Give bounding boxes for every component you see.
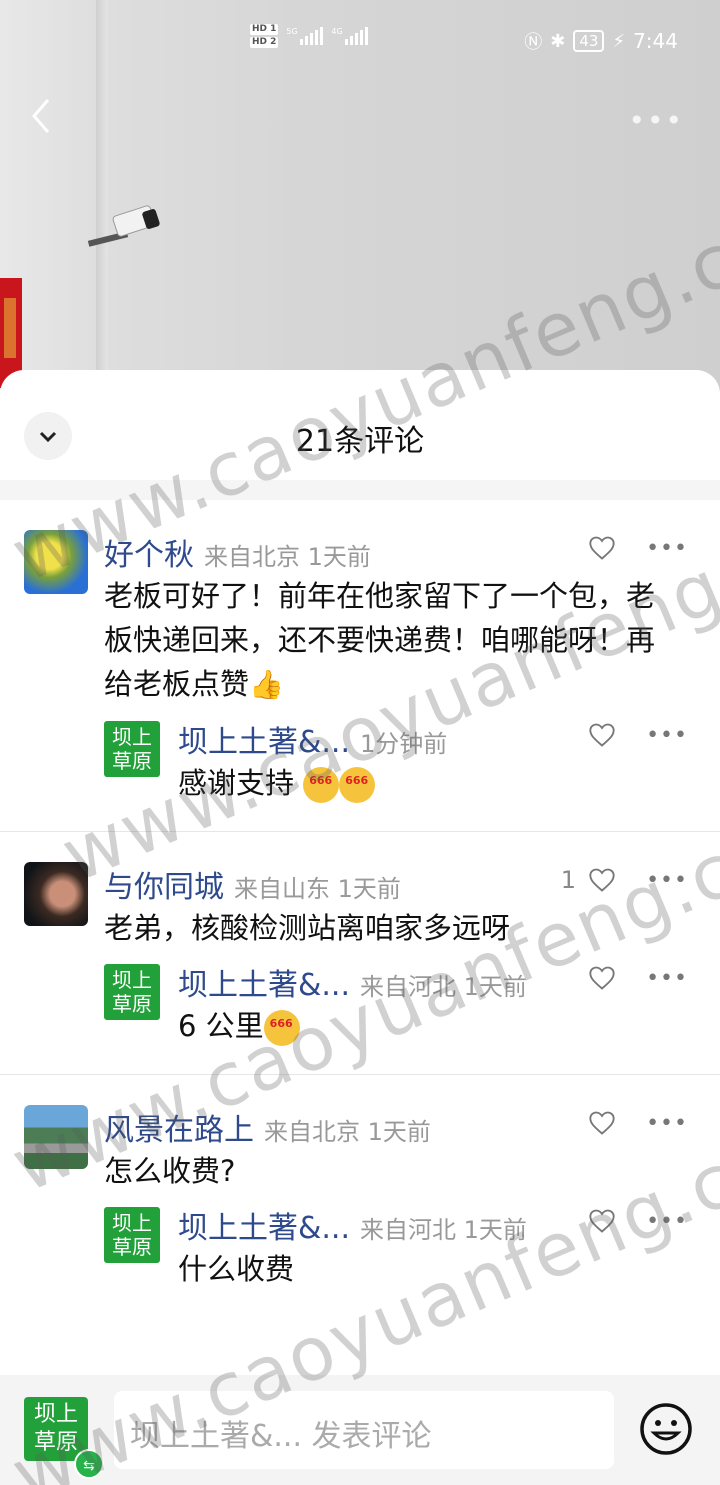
reply-text[interactable]: 什么收费 (178, 1247, 696, 1291)
reply-username[interactable]: 坝上土著&... (178, 1203, 350, 1247)
reply-meta: 来自河北 1天前 (360, 1216, 527, 1244)
comment-text[interactable]: 老板可好了！前年在他家留下了一个包，老板快递回来，还不要快递费！咱哪能呀！再给老… (104, 574, 696, 707)
charging-icon: ⚡ (612, 30, 626, 52)
heart-icon[interactable] (588, 721, 616, 749)
comment-item: ••• 好个秋 来自北京 1天前 老板可好了！前年在他家留下了一个包，老板快递回… (0, 500, 720, 832)
my-avatar[interactable]: 坝上草原 (24, 1397, 88, 1461)
comment-item: 1 ••• 与你同城 来自山东 1天前 老弟，核酸检测站离咱家多远呀 坝上草原 … (0, 832, 720, 1075)
comment-text[interactable]: 怎么收费? (104, 1149, 696, 1193)
666-emoji-icon (339, 759, 376, 803)
hd2-label: HD 2 (250, 37, 279, 48)
more-horizontal-icon[interactable]: ••• (646, 868, 688, 893)
comment-meta: 来自山东 1天前 (234, 875, 401, 903)
more-horizontal-icon[interactable]: ••• (646, 723, 688, 748)
comment-meta: 来自北京 1天前 (264, 1118, 431, 1146)
reply-meta: 1分钟前 (360, 730, 448, 758)
like-count: 1 (560, 866, 577, 894)
666-emoji-icon (303, 759, 340, 803)
signal-icon: 5G (286, 27, 324, 45)
more-horizontal-icon: ••• (628, 104, 684, 137)
avatar[interactable] (24, 530, 88, 594)
avatar[interactable] (24, 1105, 88, 1169)
heart-icon[interactable] (588, 1207, 616, 1235)
reply-avatar-badge[interactable]: 坝上草原 (104, 1207, 160, 1263)
nfc-icon: Ⓝ (524, 32, 543, 53)
heart-icon[interactable] (588, 1109, 616, 1137)
chevron-left-icon (32, 99, 50, 133)
comment-input[interactable]: 坝上土著&... 发表评论 (114, 1391, 614, 1469)
smiley-icon[interactable] (638, 1401, 694, 1457)
reply-text[interactable]: 感谢支持 (178, 759, 696, 805)
comment-meta: 来自北京 1天前 (204, 543, 371, 571)
666-emoji-icon (263, 1002, 300, 1046)
heart-icon[interactable] (588, 534, 616, 562)
hd1-label: HD 1 (250, 24, 279, 35)
more-horizontal-icon[interactable]: ••• (646, 536, 688, 561)
comment-username[interactable]: 与你同城 (104, 862, 224, 906)
reply-avatar-badge[interactable]: 坝上草原 (104, 964, 160, 1020)
comment-sheet: 21条评论 ••• 好个秋 来自北京 1天前 老板可好了！前年在他家留下了一个包… (0, 370, 720, 1485)
thumbs-up-emoji-icon: 👍 (249, 668, 284, 701)
reply-text[interactable]: 6 公里 (178, 1002, 696, 1048)
reply-item: 坝上草原 ••• 坝上土著&... 1分钟前 感谢支持 (104, 717, 696, 807)
sheet-header: 21条评论 (0, 370, 720, 500)
more-horizontal-icon[interactable]: ••• (646, 966, 688, 991)
reply-item: 坝上草原 ••• 坝上土著&... 来自河北 1天前 6 公里 (104, 960, 696, 1050)
back-button[interactable] (26, 96, 56, 136)
reply-avatar-badge[interactable]: 坝上草原 (104, 721, 160, 777)
security-camera-image (84, 204, 164, 266)
comment-item: ••• 风景在路上 来自北京 1天前 怎么收费? 坝上草原 ••• 坝上土著&.… (0, 1075, 720, 1317)
comment-username[interactable]: 好个秋 (104, 530, 194, 574)
comment-text[interactable]: 老弟，核酸检测站离咱家多远呀 (104, 906, 696, 950)
clock: 7:44 (633, 29, 678, 53)
comment-username[interactable]: 风景在路上 (104, 1105, 254, 1149)
reply-meta: 来自河北 1天前 (360, 973, 527, 1001)
signal-icon: 4G (331, 27, 369, 45)
switch-account-icon[interactable]: ⇆ (74, 1449, 104, 1479)
battery-icon: 43 (573, 30, 605, 52)
reply-username[interactable]: 坝上土著&... (178, 960, 350, 1004)
more-horizontal-icon[interactable]: ••• (646, 1111, 688, 1136)
more-options-button[interactable]: ••• (628, 104, 684, 137)
heart-icon[interactable] (588, 866, 616, 894)
heart-icon[interactable] (588, 964, 616, 992)
bluetooth-icon: ✱ (550, 30, 566, 52)
more-horizontal-icon[interactable]: ••• (646, 1209, 688, 1234)
status-bar: HD 1 HD 2 5G 4G Ⓝ ✱ 43 ⚡ 7:44 (0, 20, 720, 64)
comment-count-title: 21条评论 (295, 424, 425, 459)
avatar[interactable] (24, 862, 88, 926)
comment-input-bar: 坝上草原 ⇆ 坝上土著&... 发表评论 (0, 1375, 720, 1485)
reply-username[interactable]: 坝上土著&... (178, 717, 350, 761)
reply-item: 坝上草原 ••• 坝上土著&... 来自河北 1天前 什么收费 (104, 1203, 696, 1293)
